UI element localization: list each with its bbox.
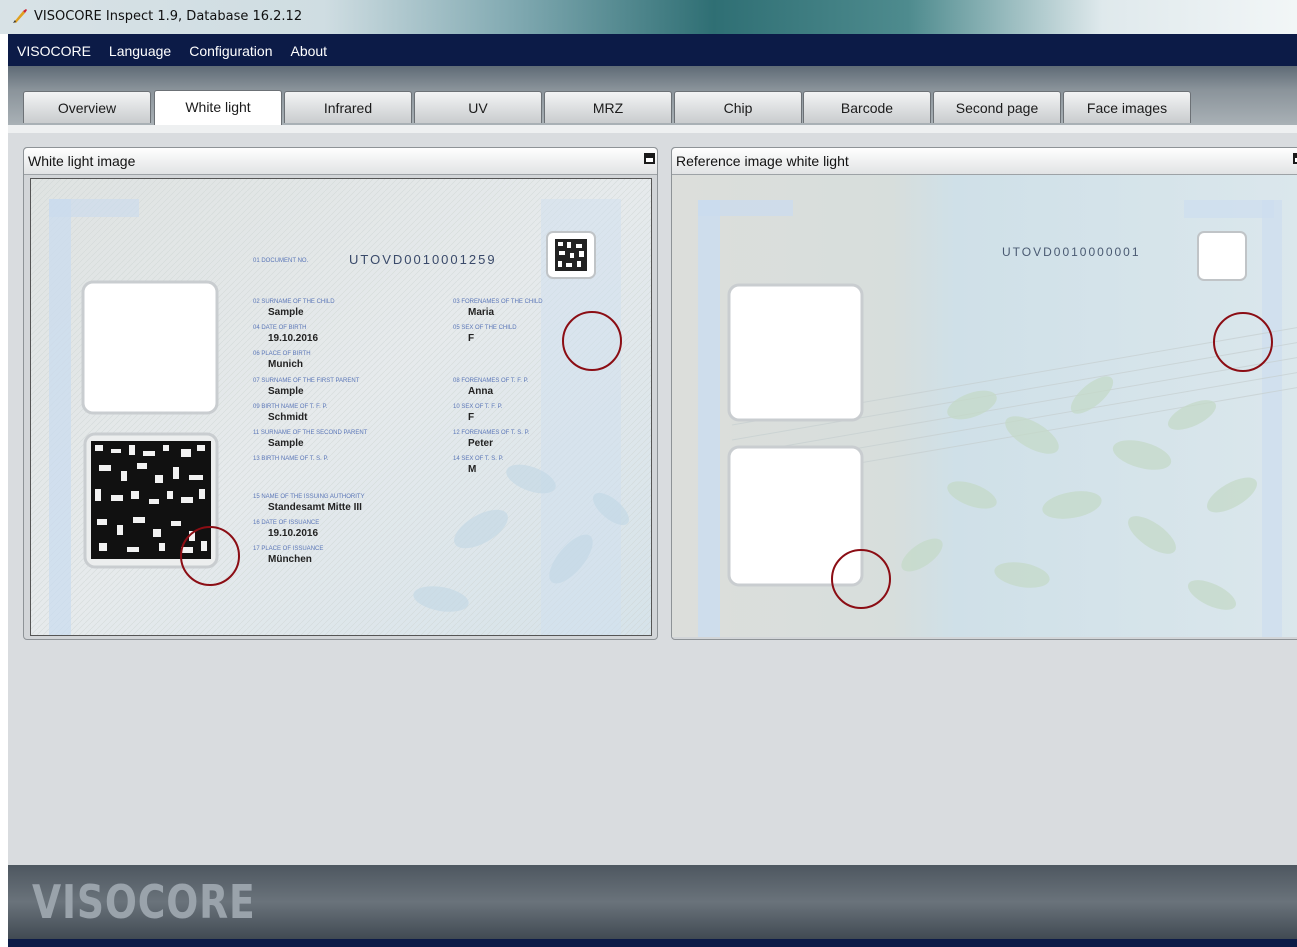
field-label: 06 PLACE OF BIRTH bbox=[253, 351, 311, 357]
tab-face-images[interactable]: Face images bbox=[1063, 91, 1191, 123]
white-light-image[interactable]: 01 DOCUMENT NO. UTOVD0010001259 02 SURNA… bbox=[30, 178, 652, 636]
doc-no-label: 01 DOCUMENT NO. bbox=[253, 258, 309, 264]
doc-no-value: UTOVD0010001259 bbox=[349, 252, 497, 267]
field-value: Sample bbox=[268, 438, 304, 449]
white-light-panel: White light image 01 DOCUMENT NO. UTOVD0… bbox=[23, 147, 658, 640]
tab-uv[interactable]: UV bbox=[414, 91, 542, 123]
field-value: Munich bbox=[268, 359, 303, 370]
menu-visocore[interactable]: VISOCORE bbox=[8, 34, 100, 66]
title-bar: VISOCORE Inspect 1.9, Database 16.2.12 bbox=[0, 0, 1297, 34]
field-value: Anna bbox=[468, 386, 493, 397]
field-label: 08 FORENAMES OF T. F. P. bbox=[453, 378, 529, 384]
panel-title-white-light: White light image bbox=[24, 148, 657, 175]
white-light-title: White light image bbox=[28, 153, 136, 169]
footer-strip bbox=[8, 939, 1297, 947]
reference-title: Reference image white light bbox=[676, 153, 849, 169]
menu-about[interactable]: About bbox=[281, 34, 336, 66]
field-label: 07 SURNAME OF THE FIRST PARENT bbox=[253, 378, 360, 384]
field-value: Sample bbox=[268, 307, 304, 318]
field-label: 03 FORENAMES OF THE CHILD bbox=[453, 299, 543, 305]
field-label: 09 BIRTH NAME OF T. F. P. bbox=[253, 404, 328, 410]
tab-barcode[interactable]: Barcode bbox=[803, 91, 931, 123]
field-label: 05 SEX OF THE CHILD bbox=[453, 325, 517, 331]
tab-infrared[interactable]: Infrared bbox=[284, 91, 412, 123]
field-label: 14 SEX OF T. S. P. bbox=[453, 456, 504, 462]
field-label: 13 BIRTH NAME OF T. S. P. bbox=[253, 456, 329, 462]
tab-bar: Overview White light Infrared UV MRZ Chi… bbox=[8, 66, 1297, 125]
field-value: Standesamt Mitte III bbox=[268, 502, 362, 513]
reference-panel: Reference image white light UTOVD0010000… bbox=[671, 147, 1297, 640]
menu-configuration[interactable]: Configuration bbox=[180, 34, 281, 66]
field-label: 12 FORENAMES OF T. S. P. bbox=[453, 430, 530, 436]
tab-second-page[interactable]: Second page bbox=[933, 91, 1061, 123]
reference-doc-no: UTOVD0010000001 bbox=[1002, 245, 1141, 259]
brand-logo: VISOCORE bbox=[32, 875, 256, 929]
field-value: M bbox=[468, 464, 476, 475]
reference-scan: UTOVD0010000001 bbox=[672, 175, 1297, 637]
field-label: 04 DATE OF BIRTH bbox=[253, 325, 306, 331]
field-label: 02 SURNAME OF THE CHILD bbox=[253, 299, 335, 305]
field-label: 17 PLACE OF ISSUANCE bbox=[253, 546, 323, 552]
reference-image[interactable]: UTOVD0010000001 bbox=[672, 175, 1297, 637]
field-value: 19.10.2016 bbox=[268, 528, 318, 539]
field-value: Sample bbox=[268, 386, 304, 397]
field-value: F bbox=[468, 412, 474, 423]
document-scan: 01 DOCUMENT NO. UTOVD0010001259 02 SURNA… bbox=[31, 179, 651, 635]
field-value: 19.10.2016 bbox=[268, 333, 318, 344]
field-label: 15 NAME OF THE ISSUING AUTHORITY bbox=[253, 494, 365, 500]
field-value: Peter bbox=[468, 438, 493, 449]
field-label: 11 SURNAME OF THE SECOND PARENT bbox=[253, 430, 368, 436]
tab-chip[interactable]: Chip bbox=[674, 91, 802, 123]
footer: VISOCORE bbox=[8, 865, 1297, 947]
menu-bar: VISOCORE Language Configuration About bbox=[8, 34, 1297, 66]
field-label: 16 DATE OF ISSUANCE bbox=[253, 520, 319, 526]
field-value: Maria bbox=[468, 307, 495, 318]
field-value: Schmidt bbox=[268, 412, 308, 423]
panel-title-reference: Reference image white light bbox=[672, 148, 1297, 175]
tab-mrz[interactable]: MRZ bbox=[544, 91, 672, 123]
app-icon bbox=[13, 9, 27, 23]
maximize-icon[interactable] bbox=[1293, 153, 1297, 164]
field-label: 10 SEX OF T. F. P. bbox=[453, 404, 503, 410]
window-title: VISOCORE Inspect 1.9, Database 16.2.12 bbox=[34, 9, 303, 24]
field-value: München bbox=[268, 554, 312, 565]
maximize-icon[interactable] bbox=[644, 153, 655, 164]
tab-white-light[interactable]: White light bbox=[154, 90, 282, 125]
tab-overview[interactable]: Overview bbox=[23, 91, 151, 123]
field-value: F bbox=[468, 333, 474, 344]
menu-language[interactable]: Language bbox=[100, 34, 180, 66]
